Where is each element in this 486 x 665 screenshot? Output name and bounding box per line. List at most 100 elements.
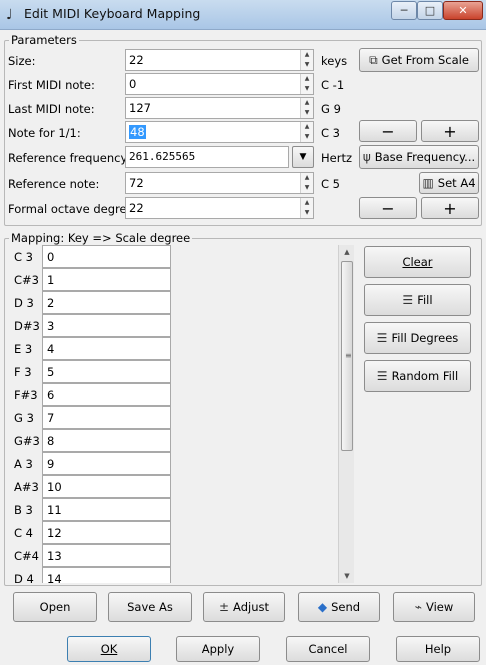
last-midi-note-spin-arrows[interactable]: ▲ ▼ bbox=[300, 98, 313, 118]
table-row: D#3 3 bbox=[10, 314, 340, 337]
octave-decrement-button[interactable]: − bbox=[359, 197, 417, 219]
title-bar: ♩ Edit MIDI Keyboard Mapping ─ □ ✕ bbox=[0, 0, 486, 30]
open-button[interactable]: Open bbox=[13, 592, 97, 622]
chevron-down-icon[interactable]: ▼ bbox=[292, 146, 314, 168]
adjust-button[interactable]: ± Adjust bbox=[203, 592, 285, 622]
key-label: G#3 bbox=[14, 434, 40, 448]
scroll-thumb[interactable]: ≡ bbox=[341, 261, 353, 451]
table-row: G 3 7 bbox=[10, 406, 340, 429]
reference-note-unit: C 5 bbox=[321, 177, 341, 191]
first-midi-note-label: First MIDI note: bbox=[8, 78, 95, 92]
random-fill-button[interactable]: ☰ Random Fill bbox=[364, 360, 471, 392]
size-label: Size: bbox=[8, 54, 36, 68]
fill-degrees-icon: ☰ bbox=[376, 331, 388, 345]
degree-input[interactable]: 9 bbox=[42, 452, 171, 475]
random-lines-icon: ☰ bbox=[376, 369, 388, 383]
degree-input[interactable]: 0 bbox=[42, 245, 171, 268]
degree-input[interactable]: 5 bbox=[42, 360, 171, 383]
set-a4-button[interactable]: ▥ Set A4 bbox=[419, 172, 479, 194]
key-label: F 3 bbox=[14, 365, 32, 379]
get-from-scale-button[interactable]: ⧉ Get From Scale bbox=[359, 48, 479, 72]
minimize-button[interactable]: ─ bbox=[391, 1, 417, 20]
key-label: D 3 bbox=[14, 296, 34, 310]
size-spinbox[interactable]: 22 ▲ ▼ bbox=[125, 49, 314, 71]
degree-input[interactable]: 13 bbox=[42, 544, 171, 567]
note-for-1-1-spin-arrows[interactable]: ▲ ▼ bbox=[300, 122, 313, 142]
last-midi-note-spinbox[interactable]: 127 ▲ ▼ bbox=[125, 97, 314, 119]
tuning-fork-icon: ψ bbox=[362, 150, 371, 164]
apply-button[interactable]: Apply bbox=[176, 636, 260, 662]
formal-octave-degree-spinbox[interactable]: 22 ▲ ▼ bbox=[125, 197, 314, 219]
first-midi-note-spinbox[interactable]: 0 ▲ ▼ bbox=[125, 73, 314, 95]
degree-input[interactable]: 1 bbox=[42, 268, 171, 291]
app-icon: ♩ bbox=[6, 7, 13, 23]
formal-octave-degree-spin-arrows[interactable]: ▲ ▼ bbox=[300, 198, 313, 218]
formal-octave-degree-value: 22 bbox=[129, 201, 144, 215]
reference-note-spin-arrows[interactable]: ▲ ▼ bbox=[300, 173, 313, 193]
key-label: A#3 bbox=[14, 480, 39, 494]
fill-degrees-button[interactable]: ☰ Fill Degrees bbox=[364, 322, 471, 354]
mapping-table: C 30 C#3 1 D 32 D#3 3 E 34 F 35 F#3 6 G 37 … bbox=[10, 245, 350, 583]
degree-input[interactable]: 4 bbox=[42, 337, 171, 360]
help-button[interactable]: Help bbox=[396, 636, 480, 662]
reference-note-label: Reference note: bbox=[8, 177, 100, 191]
ok-button[interactable]: OK bbox=[67, 636, 151, 662]
note-increment-button[interactable]: + bbox=[421, 120, 479, 142]
adjust-icon: ± bbox=[218, 600, 230, 614]
last-midi-note-value: 127 bbox=[129, 101, 151, 115]
cancel-button[interactable]: Cancel bbox=[286, 636, 370, 662]
view-button[interactable]: ⌁ View bbox=[393, 592, 475, 622]
scroll-down-icon[interactable]: ▼ bbox=[339, 569, 355, 583]
first-midi-note-unit: C -1 bbox=[321, 78, 345, 92]
scroll-up-icon[interactable]: ▲ bbox=[339, 245, 355, 259]
table-row: C 4 12 bbox=[10, 521, 340, 544]
table-row: D 4 14 bbox=[10, 567, 340, 583]
degree-input[interactable]: 10 bbox=[42, 475, 171, 498]
save-as-button[interactable]: Save As bbox=[108, 592, 192, 622]
first-midi-note-spin-arrows[interactable]: ▲ ▼ bbox=[300, 74, 313, 94]
note-decrement-button[interactable]: − bbox=[359, 120, 417, 142]
formal-octave-degree-label: Formal octave degree: bbox=[8, 202, 138, 216]
size-spin-arrows[interactable]: ▲ ▼ bbox=[300, 50, 313, 70]
key-label: C#3 bbox=[14, 273, 39, 287]
degree-input[interactable]: 2 bbox=[42, 291, 171, 314]
key-label: D#3 bbox=[14, 319, 40, 333]
key-label: C 3 bbox=[14, 250, 34, 264]
table-row: F 3 5 bbox=[10, 360, 340, 383]
graph-icon: ⌁ bbox=[414, 600, 422, 614]
degree-input[interactable]: 7 bbox=[42, 406, 171, 429]
mapping-scrollbar[interactable]: ▲ ≡ ▼ bbox=[338, 245, 354, 583]
degree-input[interactable]: 3 bbox=[42, 314, 171, 337]
degree-input[interactable]: 12 bbox=[42, 521, 171, 544]
reference-frequency-unit: Hertz bbox=[321, 151, 352, 165]
last-midi-note-unit: G 9 bbox=[321, 102, 341, 116]
key-label: G 3 bbox=[14, 411, 34, 425]
note-for-1-1-spinbox[interactable]: 48 ▲ ▼ bbox=[125, 121, 314, 143]
table-row: A#3 10 bbox=[10, 475, 340, 498]
octave-increment-button[interactable]: + bbox=[421, 197, 479, 219]
degree-input[interactable]: 6 bbox=[42, 383, 171, 406]
table-row: F#3 6 bbox=[10, 383, 340, 406]
piano-keys-icon: ▥ bbox=[422, 176, 434, 190]
table-row: B 3 11 bbox=[10, 498, 340, 521]
fill-button[interactable]: ☰ Fill bbox=[364, 284, 471, 316]
key-label: F#3 bbox=[14, 388, 38, 402]
key-label: A 3 bbox=[14, 457, 33, 471]
note-for-1-1-label: Note for 1/1: bbox=[8, 126, 81, 140]
table-row: G#3 8 bbox=[10, 429, 340, 452]
clear-button[interactable]: Clear bbox=[364, 246, 471, 278]
degree-input[interactable]: 11 bbox=[42, 498, 171, 521]
table-row: C#4 13 bbox=[10, 544, 340, 567]
maximize-button[interactable]: □ bbox=[417, 1, 443, 20]
table-row: C 3 0 bbox=[10, 245, 340, 268]
reference-frequency-combo[interactable]: 261.625565 bbox=[125, 146, 289, 168]
reference-note-spinbox[interactable]: 72 ▲ ▼ bbox=[125, 172, 314, 194]
close-button[interactable]: ✕ bbox=[443, 1, 483, 20]
degree-input[interactable]: 8 bbox=[42, 429, 171, 452]
send-icon: ◆ bbox=[317, 600, 328, 614]
size-value: 22 bbox=[129, 53, 144, 67]
send-button[interactable]: ◆ Send bbox=[298, 592, 380, 622]
base-frequency-button[interactable]: ψ Base Frequency... bbox=[359, 145, 479, 169]
note-for-1-1-unit: C 3 bbox=[321, 126, 341, 140]
degree-input[interactable]: 14 bbox=[42, 567, 171, 583]
